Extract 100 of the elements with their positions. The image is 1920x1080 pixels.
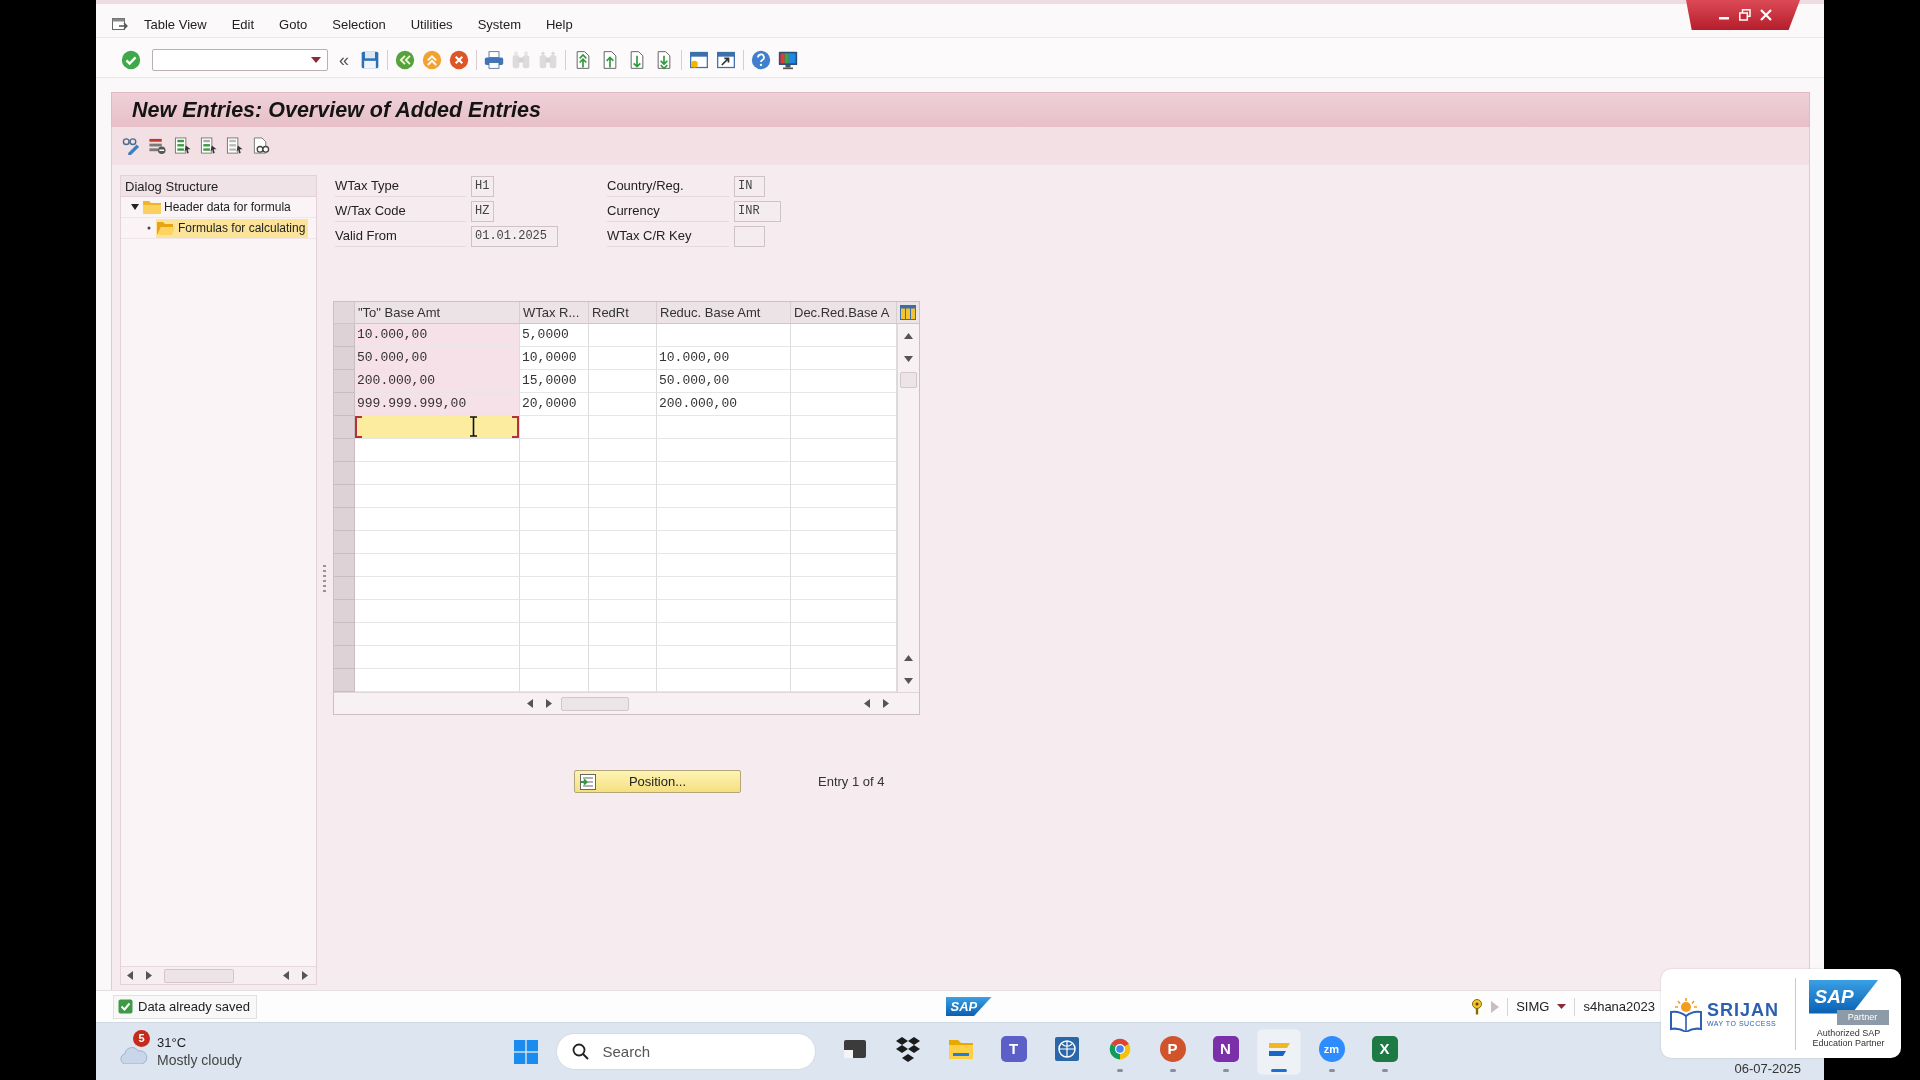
letter-tile-icon: X <box>1371 1035 1398 1062</box>
scroll-thumb[interactable] <box>561 696 629 711</box>
position-button[interactable]: Position... <box>574 770 741 793</box>
scroll-right-icon[interactable] <box>883 699 889 708</box>
column-header[interactable]: "To" Base Amt <box>355 302 520 324</box>
list-arrow-icon[interactable] <box>226 137 244 155</box>
scroll-left-icon[interactable] <box>127 971 133 980</box>
text-cursor-icon <box>469 416 478 437</box>
table-cell <box>520 416 589 439</box>
taskbar-button[interactable]: X <box>1362 1028 1407 1075</box>
cancel-icon[interactable] <box>449 50 469 70</box>
table-cell <box>520 439 589 462</box>
checkmark-icon[interactable] <box>121 50 141 70</box>
field-label: Currency <box>607 201 729 222</box>
table-cell: 200.000,00 <box>355 370 520 393</box>
scroll-thumb[interactable] <box>900 372 917 388</box>
caret-down-icon[interactable] <box>311 57 321 63</box>
menu-item[interactable]: Selection <box>332 14 386 35</box>
list-arrow-icon[interactable] <box>174 137 192 155</box>
caret-down-icon <box>1557 1004 1567 1009</box>
double-chevron-up-icon[interactable] <box>422 50 442 70</box>
input-field[interactable]: INR <box>734 201 781 222</box>
scroll-up-icon[interactable] <box>904 654 913 661</box>
input-field[interactable] <box>734 226 765 247</box>
table-cell <box>589 324 657 347</box>
menu-item[interactable]: System <box>477 14 521 35</box>
save-icon[interactable] <box>360 50 380 70</box>
menu-item[interactable]: Help <box>545 14 573 35</box>
scroll-down-icon[interactable] <box>904 677 913 684</box>
collapse-toggle[interactable]: « <box>339 50 349 70</box>
input-field[interactable]: H1 <box>471 176 494 197</box>
logo-tag: Partner <box>1836 1009 1889 1025</box>
help-icon[interactable] <box>751 50 771 70</box>
splitter-handle[interactable] <box>322 565 326 595</box>
scroll-left-icon[interactable] <box>283 971 289 980</box>
rows-minus-icon[interactable] <box>148 137 166 155</box>
table-cell: 999.999.999,00 <box>355 393 520 416</box>
scroll-right-icon[interactable] <box>146 971 152 980</box>
system-dropdown[interactable]: SIMG <box>1516 999 1567 1014</box>
position-icon <box>580 773 596 790</box>
printer-icon[interactable] <box>484 50 504 70</box>
input-field[interactable] <box>355 416 520 439</box>
column-header[interactable]: RedRt <box>589 302 657 324</box>
table-cell <box>520 623 589 646</box>
back-icon[interactable] <box>395 50 415 70</box>
brand-name: SRIJAN <box>1707 1000 1779 1020</box>
column-header[interactable]: WTax R... <box>520 302 589 324</box>
scroll-right-icon[interactable] <box>546 699 552 708</box>
scroll-right-icon[interactable] <box>302 971 308 980</box>
menu-item[interactable]: Edit <box>231 14 255 35</box>
search-field[interactable]: Search <box>555 1033 816 1070</box>
input-field[interactable]: HZ <box>471 201 494 222</box>
glasses-pencil-icon[interactable] <box>122 137 140 155</box>
folder-icon <box>143 200 161 214</box>
letter-tile-icon: N <box>1212 1035 1239 1062</box>
column-header[interactable]: Dec.Red.Base A <box>791 302 897 324</box>
scroll-left-icon[interactable] <box>527 699 533 708</box>
column-header[interactable]: Reduc. Base Amt <box>657 302 791 324</box>
taskbar-button[interactable]: P <box>1150 1028 1195 1075</box>
start-icon[interactable] <box>513 1039 538 1064</box>
window-menu-icon[interactable] <box>112 17 129 32</box>
table-cell <box>520 462 589 485</box>
table-cell: 20,0000 <box>520 393 589 416</box>
scroll-up-icon[interactable] <box>904 332 913 339</box>
scroll-left-icon[interactable] <box>864 699 870 708</box>
menu-item[interactable]: Goto <box>279 14 308 35</box>
key-icon[interactable] <box>1471 998 1484 1015</box>
screen-title: New Entries: Overview of Added Entries <box>132 97 541 123</box>
input-field[interactable]: IN <box>734 176 765 197</box>
table-cell <box>520 577 589 600</box>
taskbar-button[interactable]: T <box>991 1028 1036 1075</box>
page-binoculars-icon[interactable] <box>252 137 270 155</box>
temperature: 31°C <box>157 1035 188 1050</box>
menu-item[interactable]: Table View <box>144 14 207 35</box>
close-icon[interactable] <box>1760 9 1772 21</box>
date-text: 06-07-2025 <box>1734 1061 1801 1076</box>
menu-item[interactable]: Utilities <box>410 14 453 35</box>
logo: SAP <box>1808 979 1879 1014</box>
restore-icon[interactable] <box>1739 9 1751 21</box>
scroll-thumb[interactable] <box>164 968 234 983</box>
table-cell <box>589 646 657 669</box>
scroll-down-icon[interactable] <box>904 355 913 362</box>
table-cell <box>520 600 589 623</box>
input-field[interactable]: 01.01.2025 <box>471 226 558 247</box>
panel-title: Dialog Structure <box>124 178 219 194</box>
table-cell <box>589 531 657 554</box>
logo: SAP <box>945 997 992 1016</box>
diamond-pattern-icon <box>894 1035 921 1062</box>
tree-item[interactable]: Header data for formula <box>142 197 294 217</box>
expanded-triangle-icon[interactable] <box>131 203 139 211</box>
monitor-icon[interactable] <box>778 50 798 70</box>
table-cell <box>589 416 657 439</box>
tree-item[interactable]: Formulas for calculating <box>156 218 309 238</box>
command-field[interactable] <box>152 49 328 71</box>
open-book-sun-icon <box>1668 995 1704 1032</box>
table-cell <box>589 370 657 393</box>
taskbar-button[interactable]: N <box>1203 1028 1248 1075</box>
list-arrow-icon[interactable] <box>200 137 218 155</box>
field-label: W/Tax Code <box>335 201 466 222</box>
table-cell: 10.000,00 <box>355 324 520 347</box>
